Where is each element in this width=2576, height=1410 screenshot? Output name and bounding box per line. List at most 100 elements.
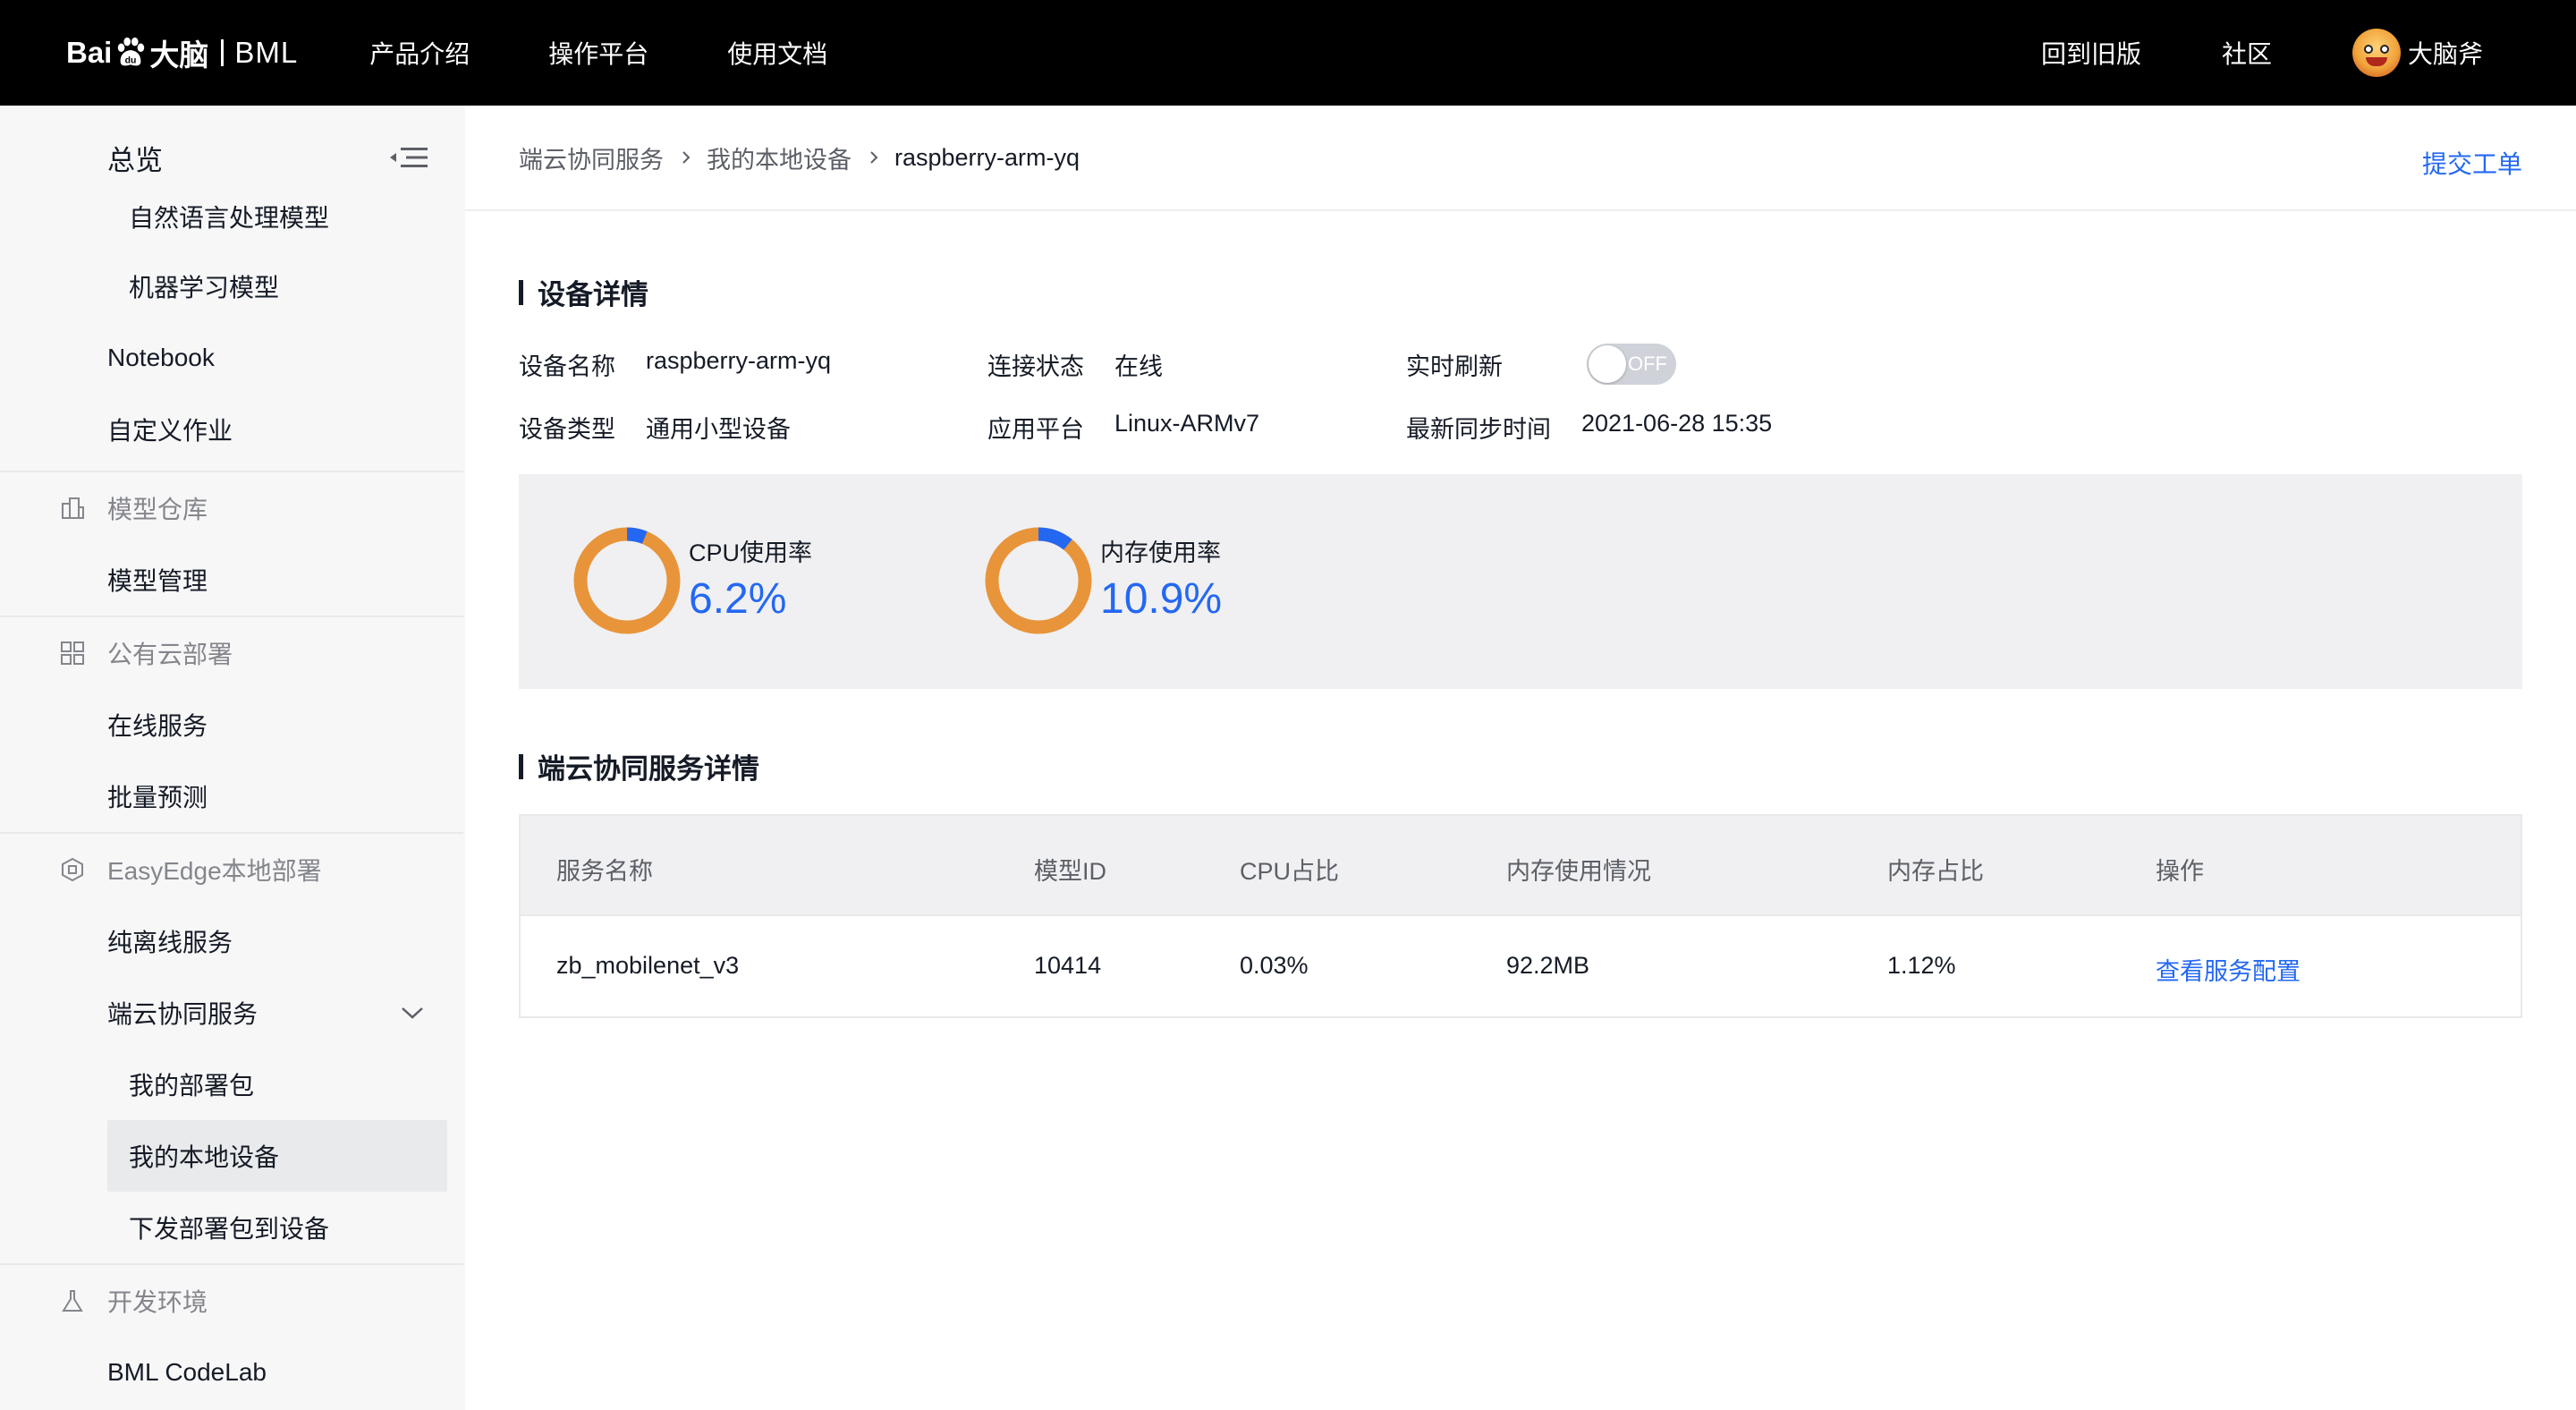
toggle-state-label: OFF	[1628, 352, 1667, 375]
sidebar-group-dev-env: 开发环境	[0, 1272, 463, 1329]
sidebar-item-custom-job[interactable]: 自定义作业	[0, 401, 463, 458]
breadcrumb: 端云协同服务 我的本地设备 raspberry-arm-yq 提交工单	[465, 106, 2576, 211]
cell-service-name: zb_mobilenet_v3	[556, 952, 740, 979]
sidebar-item-my-packages[interactable]: 我的部署包	[0, 1056, 463, 1113]
top-nav: 产品介绍 操作平台 使用文档	[369, 35, 906, 71]
breadcrumb-edge-cloud[interactable]: 端云协同服务	[519, 140, 664, 175]
sidebar-item-label: 在线服务	[107, 712, 208, 740]
sidebar-item-label: 端云协同服务	[107, 1000, 258, 1028]
cpu-usage-label: CPU使用率	[689, 539, 813, 566]
device-name-value: raspberry-arm-yq	[646, 347, 832, 374]
sidebar-item-notebook[interactable]: Notebook	[0, 329, 463, 386]
memory-usage-label: 内存使用率	[1100, 539, 1221, 566]
platform-value: Linux-ARMv7	[1114, 410, 1260, 437]
device-type-value: 通用小型设备	[646, 416, 791, 443]
device-name-field: 设备名称 raspberry-arm-yq	[519, 347, 831, 382]
memory-usage-value: 10.9%	[1100, 575, 1223, 623]
user-menu[interactable]: 大脑斧	[2351, 29, 2483, 77]
last-sync-value: 2021-06-28 15:35	[1581, 410, 1773, 437]
community-link[interactable]: 社区	[2222, 35, 2272, 71]
sidebar-item-label: 自定义作业	[107, 417, 233, 445]
sidebar-group-label: EasyEdge本地部署	[107, 857, 322, 885]
sidebar-item-label: BML CodeLab	[107, 1358, 267, 1386]
memory-usage-donut	[985, 527, 1092, 634]
avatar	[2351, 29, 2401, 77]
nav-docs[interactable]: 使用文档	[727, 35, 827, 71]
realtime-refresh-field: 实时刷新	[1406, 347, 1503, 382]
logo-text-right: 大脑	[149, 38, 209, 72]
breadcrumb-local-devices[interactable]: 我的本地设备	[707, 140, 852, 175]
connection-status-value: 在线	[1114, 353, 1163, 380]
sidebar-group-public-cloud: 公有云部署	[0, 624, 463, 682]
col-model-id: 模型ID	[1034, 858, 1106, 885]
nav-console[interactable]: 操作平台	[548, 35, 648, 71]
sidebar-item-online-service[interactable]: 在线服务	[0, 696, 463, 753]
nav-product-intro[interactable]: 产品介绍	[369, 35, 470, 71]
collapse-sidebar-icon[interactable]	[388, 144, 429, 171]
toggle-knob	[1589, 345, 1626, 383]
brand-logo[interactable]: Bai du 大脑 BML	[66, 0, 298, 106]
sidebar-group-label: 公有云部署	[107, 641, 233, 668]
sidebar-item-label: 批量预测	[107, 784, 208, 811]
realtime-refresh-toggle[interactable]: OFF	[1587, 344, 1676, 385]
baidu-logo: Bai du 大脑	[66, 31, 208, 74]
realtime-refresh-label: 实时刷新	[1406, 353, 1503, 380]
sidebar-item-edge-cloud-service[interactable]: 端云协同服务	[0, 984, 463, 1041]
sidebar-overview[interactable]: 总览	[0, 131, 463, 184]
sidebar-item-label: 下发部署包到设备	[129, 1215, 330, 1243]
service-detail-title-text: 端云协同服务详情	[538, 753, 759, 785]
submit-ticket-link[interactable]: 提交工单	[2422, 145, 2522, 181]
sidebar-item-bml-codelab[interactable]: BML CodeLab	[0, 1344, 463, 1401]
sidebar-item-batch-predict[interactable]: 批量预测	[0, 768, 463, 825]
sidebar-divider	[0, 832, 463, 834]
col-memory-usage: 内存使用情况	[1506, 858, 1651, 885]
sidebar-item-label: 机器学习模型	[129, 274, 280, 302]
chevron-right-icon	[870, 151, 878, 164]
topbar-right: 回到旧版 社区 大脑斧	[1961, 29, 2483, 77]
sidebar-divider	[0, 471, 463, 472]
sidebar: 总览 自然语言处理模型 机器学习模型 Notebook 自定义作业 模型仓库 模…	[0, 106, 463, 1410]
sidebar-item-label: 我的部署包	[129, 1072, 255, 1100]
sidebar-divider	[0, 1263, 463, 1265]
main-content: 端云协同服务 我的本地设备 raspberry-arm-yq 提交工单 设备详情…	[465, 106, 2576, 1410]
col-cpu-ratio: CPU占比	[1240, 858, 1340, 885]
sidebar-item-nlp-model[interactable]: 自然语言处理模型	[0, 206, 463, 242]
device-type-label: 设备类型	[519, 416, 615, 443]
cell-model-id: 10414	[1034, 952, 1102, 979]
sidebar-overview-label: 总览	[107, 144, 163, 176]
cpu-usage-free-arc	[573, 527, 681, 634]
sidebar-group-model-repo: 模型仓库	[0, 480, 463, 537]
chevron-down-icon	[402, 1007, 423, 1019]
sidebar-item-label: 自然语言处理模型	[129, 206, 330, 232]
building-icon	[62, 497, 84, 519]
view-service-config-link[interactable]: 查看服务配置	[2156, 952, 2301, 987]
sidebar-item-model-mgmt[interactable]: 模型管理	[0, 551, 463, 608]
service-table: 服务名称 模型ID CPU占比 内存使用情况 内存占比 操作 zb_mobile…	[519, 814, 2522, 1018]
connection-status-field: 连接状态 在线	[987, 347, 1163, 382]
platform-field: 应用平台 Linux-ARMv7	[987, 410, 1259, 445]
sidebar-divider	[0, 616, 463, 617]
table-row: zb_mobilenet_v3 10414 0.03% 92.2MB 1.12%…	[521, 916, 2521, 1016]
brand-divider	[221, 39, 225, 66]
sidebar-group-easyedge: EasyEdge本地部署	[0, 841, 463, 898]
hexagon-icon	[62, 857, 83, 882]
breadcrumb-current-device: raspberry-arm-yq	[894, 143, 1080, 171]
sidebar-group-label: 开发环境	[107, 1288, 208, 1316]
sidebar-item-offline-service[interactable]: 纯离线服务	[0, 913, 463, 970]
col-memory-ratio: 内存占比	[1887, 858, 1984, 885]
memory-usage-free-arc	[985, 527, 1092, 634]
svg-text:du: du	[125, 55, 137, 65]
sidebar-item-label: Notebook	[107, 344, 215, 371]
sidebar-item-ml-model[interactable]: 机器学习模型	[0, 258, 463, 315]
cpu-usage-donut	[573, 527, 681, 634]
cpu-usage-value: 6.2%	[689, 575, 787, 623]
col-actions: 操作	[2156, 858, 2204, 885]
device-detail-title: 设备详情	[519, 272, 648, 312]
last-sync-field: 最新同步时间 2021-06-28 15:35	[1406, 410, 1772, 445]
sidebar-item-my-local-devices[interactable]: 我的本地设备	[0, 1127, 463, 1185]
sidebar-item-deploy-to-device[interactable]: 下发部署包到设备	[0, 1199, 463, 1256]
device-detail-title-text: 设备详情	[538, 279, 648, 310]
flask-icon	[62, 1290, 83, 1312]
old-version-link[interactable]: 回到旧版	[2041, 35, 2141, 71]
cell-memory-usage: 92.2MB	[1506, 952, 1590, 979]
